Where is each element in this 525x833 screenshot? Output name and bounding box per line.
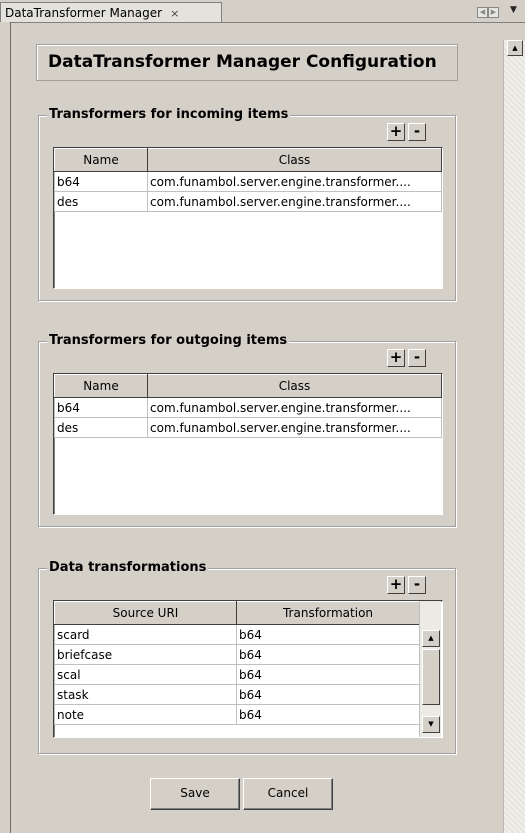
- table-row[interactable]: briefcase b64: [54, 644, 420, 665]
- column-header-source-uri[interactable]: Source URI: [54, 601, 237, 625]
- outgoing-transformers-table[interactable]: Name Class b64 com.funambol.server.engine…: [53, 373, 443, 515]
- left-panel-edge: [0, 22, 11, 833]
- close-icon[interactable]: ×: [170, 7, 179, 20]
- cell-source-uri[interactable]: briefcase: [54, 644, 237, 665]
- cell-source-uri[interactable]: note: [54, 704, 237, 725]
- column-header-name[interactable]: Name: [54, 148, 148, 172]
- add-outgoing-transformer-button[interactable]: +: [387, 349, 405, 367]
- scroll-down-icon[interactable]: ▼: [422, 716, 440, 733]
- cell-source-uri[interactable]: scard: [54, 624, 237, 645]
- cell-class[interactable]: com.funambol.server.engine.transformer..…: [147, 191, 442, 212]
- cell-name[interactable]: b64: [54, 171, 148, 192]
- save-button[interactable]: Save: [150, 778, 240, 810]
- cell-source-uri[interactable]: stask: [54, 684, 237, 705]
- outgoing-transformers-group: Transformers for outgoing items + - Name…: [38, 333, 456, 527]
- column-header-class[interactable]: Class: [147, 374, 442, 398]
- cell-name[interactable]: b64: [54, 397, 148, 418]
- remove-outgoing-transformer-button[interactable]: -: [408, 349, 426, 367]
- data-transformations-title: Data transformations: [47, 560, 209, 575]
- data-transformations-group: Data transformations + - Source URI Tran…: [38, 560, 456, 754]
- table-row[interactable]: des com.funambol.server.engine.transforme…: [54, 191, 442, 212]
- scrollbar-thumb[interactable]: [422, 649, 440, 705]
- table-row[interactable]: scal b64: [54, 664, 420, 685]
- incoming-transformers-group: Transformers for incoming items + - Name…: [38, 107, 456, 301]
- remove-transformation-button[interactable]: -: [408, 576, 426, 594]
- cell-transformation[interactable]: b64: [236, 644, 420, 665]
- column-header-class[interactable]: Class: [147, 148, 442, 172]
- cell-transformation[interactable]: b64: [236, 704, 420, 725]
- editor-tab-bar: DataTransformer Manager × ◀ ▶ ▼: [0, 0, 525, 23]
- table-row[interactable]: b64 com.funambol.server.engine.transforme…: [54, 171, 442, 192]
- panel-vertical-scrollbar[interactable]: ▲: [503, 40, 525, 833]
- table-row[interactable]: b64 com.funambol.server.engine.transforme…: [54, 397, 442, 418]
- cell-class[interactable]: com.funambol.server.engine.transformer..…: [147, 397, 442, 418]
- table-row[interactable]: stask b64: [54, 684, 420, 705]
- column-header-name[interactable]: Name: [54, 374, 148, 398]
- table-row[interactable]: note b64: [54, 704, 420, 725]
- data-transformations-table[interactable]: Source URI Transformation scard b64 briefc…: [53, 600, 443, 738]
- remove-incoming-transformer-button[interactable]: -: [408, 123, 426, 141]
- tab-list-dropdown-icon[interactable]: ▼: [510, 5, 517, 15]
- cell-name[interactable]: des: [54, 417, 148, 438]
- page-title: DataTransformer Manager Configuration: [36, 44, 458, 81]
- scroll-up-icon[interactable]: ▲: [422, 630, 440, 647]
- column-header-transformation[interactable]: Transformation: [236, 601, 420, 625]
- incoming-transformers-table[interactable]: Name Class b64 com.funambol.server.engine…: [53, 147, 443, 289]
- cell-name[interactable]: des: [54, 191, 148, 212]
- table-row[interactable]: scard b64: [54, 624, 420, 645]
- tab-datatransformer-manager[interactable]: DataTransformer Manager ×: [0, 2, 222, 22]
- cell-class[interactable]: com.funambol.server.engine.transformer..…: [147, 171, 442, 192]
- add-incoming-transformer-button[interactable]: +: [387, 123, 405, 141]
- scroll-tabs-right-icon[interactable]: ▶: [488, 7, 499, 18]
- add-transformation-button[interactable]: +: [387, 576, 405, 594]
- tab-label: DataTransformer Manager: [5, 6, 163, 20]
- cell-class[interactable]: com.funambol.server.engine.transformer..…: [147, 417, 442, 438]
- cell-source-uri[interactable]: scal: [54, 664, 237, 685]
- scroll-tabs-left-icon[interactable]: ◀: [477, 7, 488, 18]
- cell-transformation[interactable]: b64: [236, 684, 420, 705]
- cell-transformation[interactable]: b64: [236, 624, 420, 645]
- table-row[interactable]: des com.funambol.server.engine.transforme…: [54, 417, 442, 438]
- cell-transformation[interactable]: b64: [236, 664, 420, 685]
- scroll-up-icon[interactable]: ▲: [507, 40, 523, 56]
- outgoing-transformers-title: Transformers for outgoing items: [47, 333, 290, 348]
- table-vertical-scrollbar[interactable]: ▲ ▼: [419, 601, 441, 737]
- incoming-transformers-title: Transformers for incoming items: [47, 107, 291, 122]
- cancel-button[interactable]: Cancel: [243, 778, 333, 810]
